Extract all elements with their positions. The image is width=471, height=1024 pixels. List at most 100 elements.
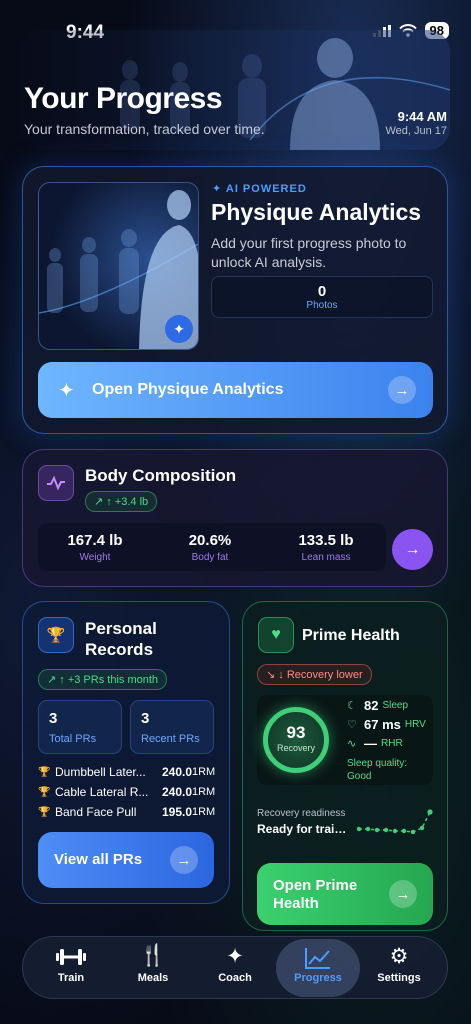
hrv-metric: ♡ 67 ms HRV xyxy=(347,717,426,732)
pr-exercise-name: Dumbbell Later... xyxy=(55,765,146,779)
chart-icon xyxy=(276,944,360,972)
personal-records-title: Personal Records xyxy=(85,619,157,659)
sleep-quality: Sleep quality: Good xyxy=(347,758,408,782)
rhr-label: RHR xyxy=(381,738,403,749)
pr-exercise-name: Band Face Pull xyxy=(55,805,137,819)
view-all-prs-button[interactable]: View all PRs → xyxy=(38,832,214,888)
recent-prs-label: Recent PRs xyxy=(141,733,200,745)
rhr-value: — xyxy=(364,736,377,751)
tab-label: Coach xyxy=(218,972,252,984)
tab-settings[interactable]: ⚙ Settings xyxy=(359,939,439,997)
gear-icon: ⚙ xyxy=(389,945,409,968)
ai-powered-badge: ✦ AI POWERED xyxy=(212,182,307,195)
ai-sparkle-icon[interactable]: ✦ xyxy=(165,315,193,343)
trend-down-icon: ↘ xyxy=(266,669,279,681)
pr-weight: 195.0 xyxy=(161,805,192,819)
tab-train[interactable]: Train xyxy=(31,939,111,997)
trend-up-icon: ↗ xyxy=(94,496,107,508)
tab-label: Settings xyxy=(377,972,421,984)
pr-unit: 1RM xyxy=(192,786,216,798)
recovery-score: 93 xyxy=(286,723,306,742)
sparkle-icon: ✦ xyxy=(58,379,75,402)
ai-powered-label: AI POWERED xyxy=(225,183,307,195)
lean-mass-stat: 133.5 lb Lean mass xyxy=(271,532,381,563)
pr-unit: 1RM xyxy=(192,766,216,778)
prime-health-title: Prime Health xyxy=(302,627,400,644)
trophy-icon: 🏆 xyxy=(38,806,51,818)
recent-prs-value: 3 xyxy=(141,710,150,727)
page-title: Your Progress xyxy=(24,82,223,115)
tab-label: Meals xyxy=(137,972,169,984)
pr-list-item[interactable]: 🏆 Dumbbell Later... 240.0 1RM xyxy=(38,764,216,780)
arrow-right-icon: → xyxy=(170,846,198,874)
open-physique-analytics-button[interactable]: ✦ Open Physique Analytics → xyxy=(38,362,433,418)
open-prime-health-button[interactable]: Open Prime Health → xyxy=(257,863,433,925)
pr-list-item[interactable]: 🏆 Band Face Pull 195.0 1RM xyxy=(38,804,216,820)
header-date: Wed, Jun 17 xyxy=(385,125,447,137)
arrow-right-icon: → xyxy=(388,376,416,404)
pulse-icon: ∿ xyxy=(347,738,357,750)
heart-outline-icon: ♡ xyxy=(347,719,357,731)
body-fat-value: 20.6% xyxy=(188,532,232,549)
weight-label: Weight xyxy=(79,552,111,563)
page-subtitle: Your transformation, tracked over time. xyxy=(24,121,265,137)
tab-label: Progress xyxy=(294,972,342,984)
lean-mass-value: 133.5 lb xyxy=(298,532,354,549)
recovery-ring: 93 Recovery xyxy=(263,707,329,773)
trophy-icon: 🏆 xyxy=(38,766,51,778)
sleep-value: 82 xyxy=(364,698,379,713)
sleep-metric: ☾ 82 Sleep xyxy=(347,698,408,713)
fork-knife-icon: 🍴 xyxy=(139,944,167,967)
pr-unit: 1RM xyxy=(192,806,216,818)
pr-list-item[interactable]: 🏆 Cable Lateral R... 240.0 1RM xyxy=(38,784,216,800)
prs-this-month-badge: ↗ ↑ +3 PRs this month xyxy=(38,669,168,690)
tab-meals[interactable]: 🍴 Meals xyxy=(113,939,193,997)
prs-this-month-label: ↑ +3 PRs this month xyxy=(59,674,159,686)
photos-count-box: 0 Photos xyxy=(211,276,433,318)
tab-progress[interactable]: Progress xyxy=(276,939,360,997)
tab-coach[interactable]: ✦ Coach xyxy=(195,939,275,997)
pulse-icon xyxy=(38,465,74,501)
physique-description: Add your first progress photo to unlock … xyxy=(211,235,407,270)
sparkle-icon: ✦ xyxy=(226,945,244,968)
total-prs-box: 3 Total PRs xyxy=(38,700,122,754)
rhr-metric: ∿ — RHR xyxy=(347,736,403,751)
weight-change-label: ↑ +3.4 lb xyxy=(106,496,149,508)
photos-count: 0 xyxy=(317,283,327,300)
recovery-readiness-label: Recovery readiness xyxy=(257,808,346,819)
lean-mass-label: Lean mass xyxy=(301,552,351,563)
open-physique-label: Open Physique Analytics xyxy=(92,381,284,398)
recovery-readiness-value: Ready for training xyxy=(257,822,352,836)
pr-weight: 240.0 xyxy=(161,785,192,799)
body-stats-row: 167.4 lb Weight 20.6% Body fat 133.5 lb … xyxy=(38,523,386,571)
dumbbell-icon xyxy=(31,944,111,972)
open-prime-health-label: Open Prime Health xyxy=(273,877,358,912)
moon-icon: ☾ xyxy=(347,700,357,712)
recovery-label: Recovery xyxy=(276,743,315,753)
tab-label: Train xyxy=(57,972,85,984)
body-composition-arrow-button[interactable]: → xyxy=(392,529,433,570)
hrv-label: HRV xyxy=(404,719,426,730)
recovery-status-label: ↓ Recovery lower xyxy=(278,669,363,681)
sleep-label: Sleep xyxy=(382,700,409,711)
weight-stat: 167.4 lb Weight xyxy=(40,532,150,563)
photos-label: Photos xyxy=(306,300,338,311)
view-all-prs-label: View all PRs xyxy=(54,851,143,868)
body-fat-label: Body fat xyxy=(191,552,229,563)
header-time: 9:44 AM xyxy=(397,109,447,124)
hrv-value: 67 ms xyxy=(364,717,401,732)
arrow-right-icon: → xyxy=(404,540,421,558)
trophy-icon: 🏆 xyxy=(38,786,51,798)
arrow-right-icon: → xyxy=(389,880,417,908)
trophy-icon: 🏆 xyxy=(38,617,74,653)
recent-prs-box: 3 Recent PRs xyxy=(130,700,214,754)
pr-weight: 240.0 xyxy=(161,765,192,779)
physique-title: Physique Analytics xyxy=(211,199,422,225)
sparkle-icon: ✦ xyxy=(212,183,226,195)
body-fat-stat: 20.6% Body fat xyxy=(155,532,265,563)
total-prs-value: 3 xyxy=(49,710,58,727)
pr-exercise-name: Cable Lateral R... xyxy=(55,785,149,799)
heart-icon: ♥ xyxy=(258,617,294,653)
total-prs-label: Total PRs xyxy=(49,733,97,745)
trend-up-icon: ↗ xyxy=(47,674,60,686)
